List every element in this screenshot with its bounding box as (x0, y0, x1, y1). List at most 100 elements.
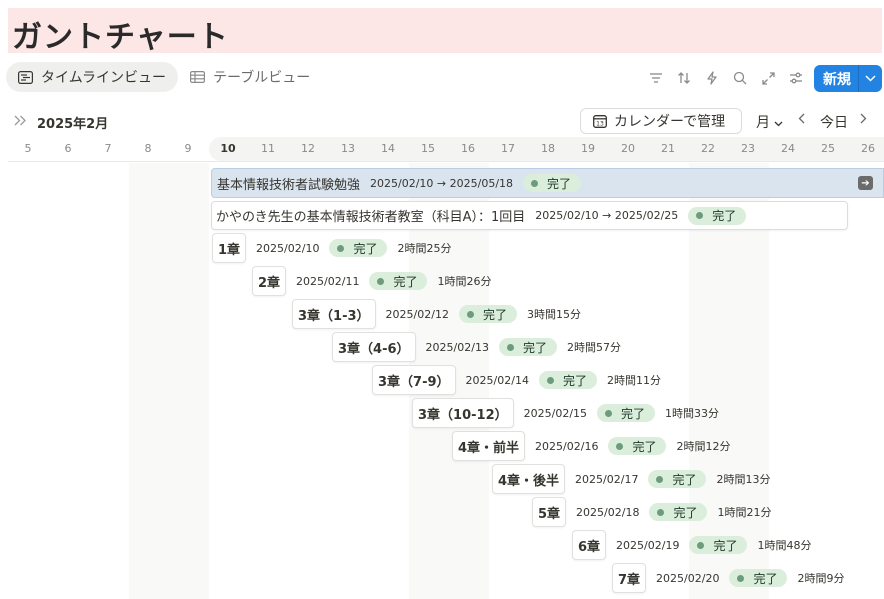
new-button[interactable]: 新規 (814, 65, 882, 92)
status-label: 完了 (632, 439, 657, 454)
status-badge: 完了 (369, 272, 428, 290)
day-label: 26 (861, 142, 875, 155)
task-bar[interactable]: 4章・前半 2025/02/16 完了 2時間12分 (452, 431, 730, 461)
status-dot (656, 475, 664, 483)
status-label: 完了 (713, 538, 738, 553)
day-label: 16 (461, 142, 475, 155)
day-label: 19 (581, 142, 595, 155)
task-bar[interactable]: 7章 2025/02/20 完了 2時間9分 (612, 563, 844, 593)
day-label: 9 (184, 142, 192, 155)
tab-timeline-view[interactable]: タイムラインビュー (6, 62, 179, 92)
task-date: 2025/02/14 (465, 373, 529, 387)
day-label: 5 (24, 142, 32, 155)
open-page-icon[interactable]: ➔ (858, 176, 873, 190)
timeline-icon (18, 70, 33, 84)
chevron-right-icon[interactable] (860, 112, 867, 128)
status-badge: 完了 (649, 503, 708, 521)
task-bar[interactable]: 1章 2025/02/10 完了 2時間25分 (212, 233, 451, 263)
day-label: 25 (821, 142, 835, 155)
status-badge: 完了 (689, 536, 748, 554)
day-label: 17 (501, 142, 515, 155)
task-title: 5章 (532, 497, 567, 527)
sort-icon[interactable] (670, 66, 698, 90)
task-bar[interactable]: 3章（7-9） 2025/02/14 完了 2時間11分 (372, 365, 661, 395)
task-title: 7章 (612, 563, 647, 593)
status-label: 完了 (621, 406, 646, 421)
task-title: 6章 (572, 530, 607, 560)
task-bar[interactable]: 3章（10-12） 2025/02/15 完了 1時間33分 (412, 398, 719, 428)
scale-select[interactable]: 月 (756, 112, 783, 132)
task-date: 2025/02/15 (523, 406, 588, 420)
status-dot (605, 409, 613, 417)
task-title: 3章（4-6） (332, 332, 416, 362)
status-dot (506, 343, 514, 351)
task-date: 2025/02/20 (656, 571, 720, 585)
status-label: 完了 (562, 373, 587, 388)
task-bar[interactable]: 2章 2025/02/11 完了 1時間26分 (252, 266, 491, 296)
task-title: 3章（1-3） (292, 299, 376, 329)
task-date: 2025/02/17 (575, 472, 639, 486)
double-chevron-right-icon[interactable] (14, 114, 27, 130)
current-month: 2025年2月 (37, 117, 109, 132)
settings-icon[interactable] (782, 66, 810, 90)
task-bar[interactable]: 3章（1-3） 2025/02/12 完了 3時間15分 (292, 299, 581, 329)
expand-icon[interactable] (754, 66, 782, 90)
status-badge: 完了 (538, 371, 597, 389)
status-dot (466, 310, 474, 318)
status-badge: 完了 (458, 305, 517, 323)
page-title: ガントチャート (12, 20, 229, 55)
task-duration: 1時間21分 (717, 506, 772, 519)
chevron-down-icon[interactable] (859, 75, 882, 82)
task-title: 2章 (252, 266, 287, 296)
status-label: 完了 (672, 472, 697, 487)
chevron-left-icon[interactable] (798, 112, 805, 128)
status-dot (377, 277, 385, 285)
page-header: ガントチャート (8, 8, 882, 55)
day-label: 20 (621, 142, 635, 155)
filter-icon[interactable] (642, 66, 670, 90)
search-icon[interactable] (726, 66, 754, 90)
manage-in-calendar-button[interactable]: 13 カレンダーで管理 (580, 108, 742, 134)
status-dot (531, 179, 539, 187)
day-label: 21 (661, 142, 675, 155)
task-title: 4章・後半 (492, 464, 566, 494)
task-bar[interactable]: 3章（4-6） 2025/02/13 完了 2時間57分 (332, 332, 621, 362)
task-title: 基本情報技術者試験勉強 (217, 177, 361, 193)
task-bar[interactable]: 6章 2025/02/19 完了 1時間48分 (572, 530, 811, 560)
tab-label: テーブルビュー (213, 70, 311, 86)
task-bar-parent[interactable]: 基本情報技術者試験勉強 2025/02/10 → 2025/05/18 完了 ➔ (211, 168, 884, 198)
task-date: 2025/02/19 (616, 538, 680, 552)
task-bar-course[interactable]: かやのき先生の基本情報技術者教室（科目A）：1回目 2025/02/10 → 2… (211, 201, 848, 230)
task-date: 2025/02/11 (296, 274, 360, 288)
day-header: 5 6 7 8 9 10 11 12 13 14 15 16 17 18 19 20 21 22 23 24 25 26 (8, 137, 884, 162)
task-date: 2025/02/10 (256, 241, 320, 255)
day-label: 13 (341, 142, 355, 155)
task-date: 2025/02/13 (425, 340, 489, 354)
task-title: 1章 (212, 233, 247, 263)
day-label: 10 (220, 142, 236, 155)
task-duration: 3時間15分 (526, 308, 581, 321)
view-tabs: タイムラインビュー テーブルビュー (6, 61, 322, 93)
day-label: 8 (144, 142, 152, 155)
task-duration: 2時間9分 (797, 572, 845, 585)
timeline-controls: 2025年2月 13 カレンダーで管理 月 今日 (14, 108, 884, 134)
task-duration: 1時間26分 (437, 275, 492, 288)
day-label: 15 (421, 142, 435, 155)
day-label: 14 (381, 142, 395, 155)
task-date: 2025/02/12 (385, 307, 449, 321)
task-bar[interactable]: 4章・後半 2025/02/17 完了 2時間13分 (492, 464, 770, 494)
status-dot (616, 442, 624, 450)
task-bar[interactable]: 5章 2025/02/18 完了 1時間21分 (532, 497, 771, 527)
status-label: 完了 (353, 241, 378, 256)
status-dot (546, 376, 554, 384)
status-label: 完了 (673, 505, 698, 520)
status-dot (657, 508, 665, 516)
status-label: 完了 (712, 209, 737, 223)
status-badge: 完了 (597, 404, 656, 422)
today-button[interactable]: 今日 (820, 112, 848, 132)
status-label: 完了 (522, 340, 547, 355)
status-dot (697, 541, 705, 549)
automation-icon[interactable] (698, 66, 726, 90)
tab-table-view[interactable]: テーブルビュー (178, 62, 322, 92)
day-label: 23 (741, 142, 755, 155)
